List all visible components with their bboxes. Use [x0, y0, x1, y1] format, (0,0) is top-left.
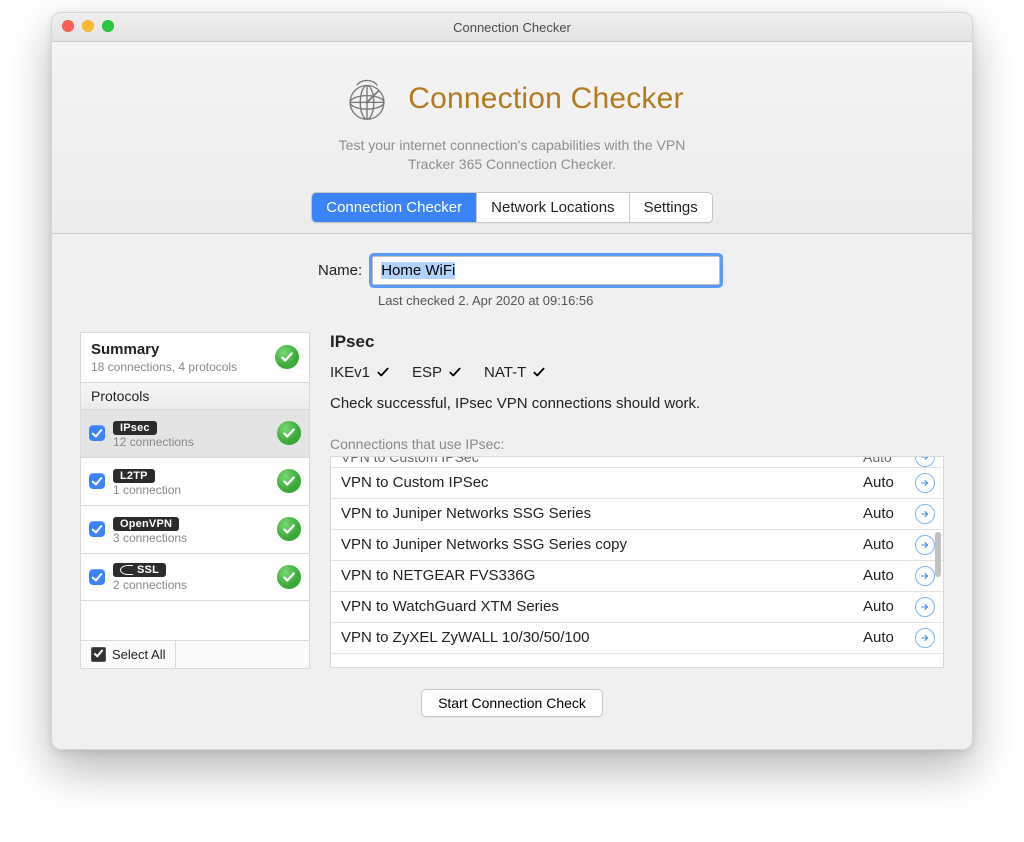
arrow-right-icon[interactable]: [915, 535, 935, 555]
detail-heading: IPsec: [330, 332, 944, 352]
select-all-label: Select All: [112, 647, 165, 662]
ssl-icon: [120, 565, 133, 575]
protocol-name: SSL: [137, 564, 159, 576]
status-ok-icon: [277, 469, 301, 493]
status-ok-icon: [277, 565, 301, 589]
protocols-header: Protocols: [81, 383, 309, 410]
sidebar: Summary 18 connections, 4 protocols Prot…: [80, 332, 310, 669]
flag-esp: ESP: [412, 364, 462, 381]
tab-settings[interactable]: Settings: [630, 193, 712, 222]
protocol-item-ssl[interactable]: SSL 2 connections: [81, 554, 309, 601]
connection-mode: Auto: [863, 567, 913, 584]
arrow-right-icon[interactable]: [915, 504, 935, 524]
arrow-right-icon[interactable]: [915, 628, 935, 648]
close-window-icon[interactable]: [62, 20, 74, 32]
connection-mode: Auto: [863, 456, 913, 465]
arrow-right-icon[interactable]: [915, 566, 935, 586]
connections-header: Connections that use IPsec:: [330, 436, 944, 452]
name-input[interactable]: [372, 256, 720, 285]
arrow-right-icon[interactable]: [915, 473, 935, 493]
name-label: Name:: [318, 262, 362, 279]
status-ok-icon: [277, 421, 301, 445]
connection-name: VPN to WatchGuard XTM Series: [341, 598, 863, 615]
window: Connection Checker Connecti: [51, 12, 973, 750]
check-icon: [532, 365, 546, 379]
hero-title: Connection Checker: [408, 82, 683, 116]
connection-row[interactable]: VPN to WatchGuard XTM SeriesAuto: [331, 592, 943, 623]
status-line: Check successful, IPsec VPN connections …: [330, 395, 944, 412]
window-title: Connection Checker: [453, 20, 571, 35]
connection-name: VPN to Custom IPSec: [341, 456, 863, 465]
arrow-right-icon[interactable]: [915, 597, 935, 617]
status-ok-icon: [277, 517, 301, 541]
connection-mode: Auto: [863, 474, 913, 491]
summary-title: Summary: [91, 341, 159, 358]
scrollbar-thumb[interactable]: [935, 532, 941, 577]
checkbox-icon[interactable]: [89, 521, 105, 537]
connection-row[interactable]: VPN to ZyXEL ZyWALL 10/30/50/100Auto: [331, 623, 943, 654]
checkbox-icon[interactable]: [89, 425, 105, 441]
connection-row[interactable]: VPN to Juniper Networks SSG Series copyA…: [331, 530, 943, 561]
summary-sub: 18 connections, 4 protocols: [91, 360, 237, 374]
sidebar-summary[interactable]: Summary 18 connections, 4 protocols: [81, 333, 309, 383]
protocol-sub: 12 connections: [113, 435, 269, 449]
tab-network-locations[interactable]: Network Locations: [477, 193, 629, 222]
connections-table[interactable]: VPN to Custom IPSecAutoVPN to Custom IPS…: [330, 456, 944, 668]
connection-row[interactable]: VPN to Custom IPSecAuto: [331, 456, 943, 468]
flag-ikev1: IKEv1: [330, 364, 390, 381]
header: Connection Checker Test your internet co…: [52, 42, 972, 234]
connection-row[interactable]: VPN to Juniper Networks SSG SeriesAuto: [331, 499, 943, 530]
protocol-sub: 1 connection: [113, 483, 269, 497]
start-check-button[interactable]: Start Connection Check: [421, 689, 603, 717]
tab-connection-checker[interactable]: Connection Checker: [312, 193, 477, 222]
protocol-name: OpenVPN: [120, 518, 172, 530]
connection-mode: Auto: [863, 598, 913, 615]
connection-row[interactable]: VPN to Custom IPSecAuto: [331, 468, 943, 499]
checkbox-icon[interactable]: [89, 473, 105, 489]
connection-row[interactable]: VPN to NETGEAR FVS336GAuto: [331, 561, 943, 592]
connection-name: VPN to Juniper Networks SSG Series copy: [341, 536, 863, 553]
checkbox-icon[interactable]: [89, 569, 105, 585]
select-all[interactable]: Select All: [81, 641, 176, 668]
last-checked: Last checked 2. Apr 2020 at 09:16:56: [378, 293, 944, 308]
tabbar: Connection CheckerNetwork LocationsSetti…: [311, 192, 713, 223]
titlebar: Connection Checker: [52, 13, 972, 42]
connection-mode: Auto: [863, 629, 913, 646]
protocol-list: IPsec12 connectionsL2TP1 connectionOpenV…: [81, 410, 309, 640]
content: Name: Last checked 2. Apr 2020 at 09:16:…: [52, 234, 972, 749]
connection-name: VPN to ZyXEL ZyWALL 10/30/50/100: [341, 629, 863, 646]
connection-mode: Auto: [863, 505, 913, 522]
protocol-item-openvpn[interactable]: OpenVPN3 connections: [81, 506, 309, 554]
check-icon: [448, 365, 462, 379]
protocol-sub: 2 connections: [113, 578, 269, 592]
connection-name: VPN to Juniper Networks SSG Series: [341, 505, 863, 522]
protocol-name: IPsec: [120, 422, 150, 434]
protocol-item-ipsec[interactable]: IPsec12 connections: [81, 410, 309, 458]
detail-pane: IPsec IKEv1 ESP NAT-T Check successful, IP…: [330, 332, 944, 668]
check-icon: [91, 647, 106, 662]
check-icon: [376, 365, 390, 379]
connection-name: VPN to NETGEAR FVS336G: [341, 567, 863, 584]
protocol-sub: 3 connections: [113, 531, 269, 545]
protocol-name: L2TP: [120, 470, 148, 482]
status-ok-icon: [275, 345, 299, 369]
connection-mode: Auto: [863, 536, 913, 553]
protocol-item-l2tp[interactable]: L2TP1 connection: [81, 458, 309, 506]
flag-nat-t: NAT-T: [484, 364, 546, 381]
traffic-lights: [62, 20, 114, 32]
zoom-window-icon[interactable]: [102, 20, 114, 32]
capability-flags: IKEv1 ESP NAT-T: [330, 364, 944, 381]
hero-subhead: Test your internet connection's capabili…: [72, 136, 952, 174]
arrow-right-icon[interactable]: [915, 456, 935, 467]
connection-name: VPN to Custom IPSec: [341, 474, 863, 491]
minimize-window-icon[interactable]: [82, 20, 94, 32]
globe-compass-icon: [340, 72, 394, 126]
